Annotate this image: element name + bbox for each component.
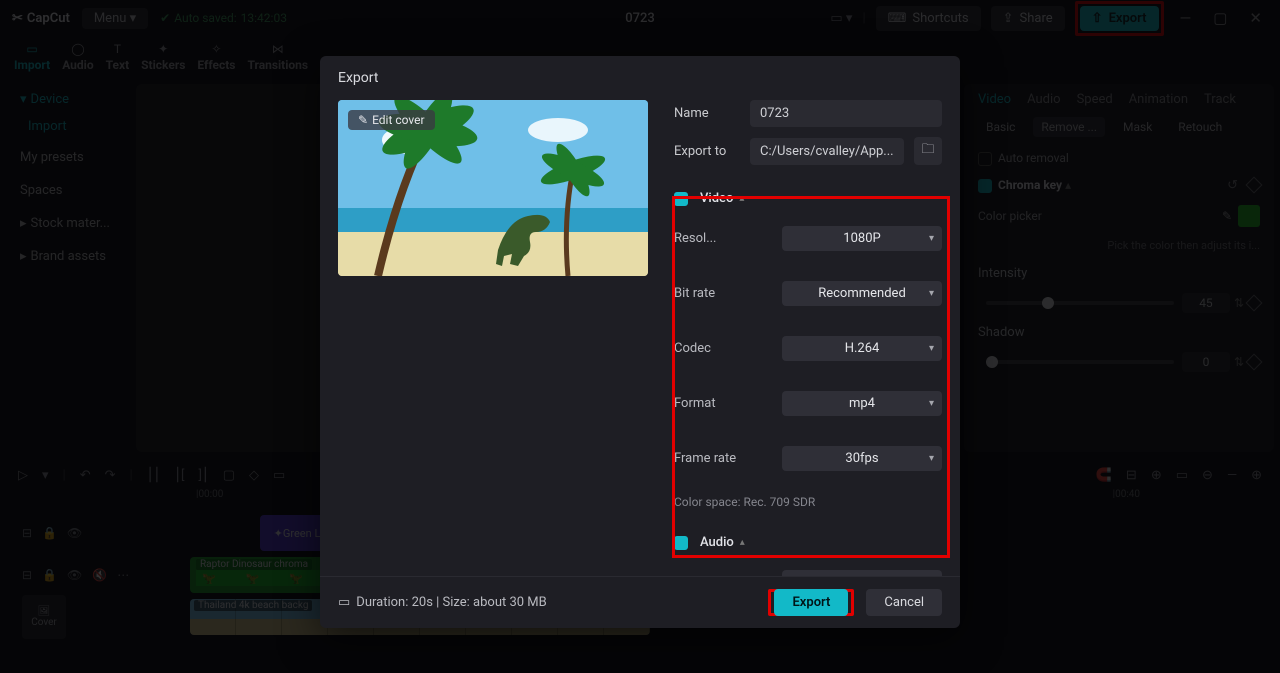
- browse-folder-button[interactable]: 🗀: [914, 137, 942, 165]
- bitrate-label: Bit rate: [674, 286, 754, 301]
- export-confirm-button[interactable]: Export: [774, 589, 848, 616]
- export-info: ▭ Duration: 20s | Size: about 30 MB: [338, 595, 547, 610]
- resolution-label: Resol...: [674, 231, 754, 246]
- audio-format-select[interactable]: MP3: [782, 570, 942, 576]
- codec-select[interactable]: H.264: [782, 336, 942, 361]
- codec-label: Codec: [674, 341, 754, 356]
- audio-format-label: Format: [674, 575, 754, 576]
- name-input[interactable]: 0723: [750, 100, 942, 127]
- export-modal: Export: [320, 56, 960, 628]
- colorspace-note: Color space: Rec. 709 SDR: [674, 495, 942, 509]
- format-select[interactable]: mp4: [782, 391, 942, 416]
- modal-title: Export: [320, 56, 960, 100]
- cancel-button[interactable]: Cancel: [866, 589, 942, 616]
- name-label: Name: [674, 106, 740, 121]
- export-preview: ✎ Edit cover: [338, 100, 648, 276]
- edit-cover-button[interactable]: ✎ Edit cover: [348, 110, 435, 130]
- bitrate-select[interactable]: Recommended: [782, 281, 942, 306]
- exportto-label: Export to: [674, 144, 740, 159]
- resolution-select[interactable]: 1080P: [782, 226, 942, 251]
- exportto-path[interactable]: C:/Users/cvalley/App...: [750, 138, 904, 165]
- audio-section-checkbox[interactable]: [674, 536, 688, 550]
- framerate-select[interactable]: 30fps: [782, 446, 942, 471]
- format-label: Format: [674, 396, 754, 411]
- video-section-checkbox[interactable]: [674, 192, 688, 206]
- framerate-label: Frame rate: [674, 451, 754, 466]
